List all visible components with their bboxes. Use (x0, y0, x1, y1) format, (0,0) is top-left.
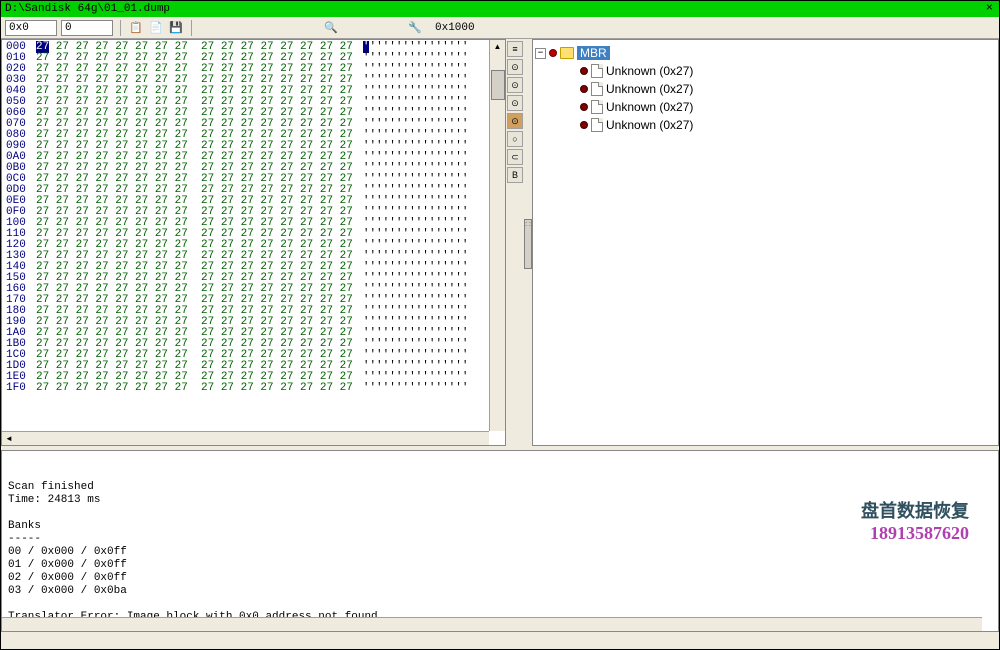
tree-child-label[interactable]: Unknown (0x27) (606, 100, 693, 114)
tree-child-row[interactable]: Unknown (0x27) (535, 98, 996, 116)
toolbar: 📋 📄 💾 🔍 🔧 0x1000 (1, 17, 999, 39)
tree-child-label[interactable]: Unknown (0x27) (606, 64, 693, 78)
watermark: 盘首数据恢复 18913587620 (861, 497, 969, 544)
window-title: D:\Sandisk 64g\01_01.dump (3, 3, 997, 15)
tree-child-row[interactable]: Unknown (0x27) (535, 62, 996, 80)
splitter-vertical[interactable]: · · · · (524, 39, 532, 446)
status-dot-icon (580, 121, 588, 129)
status-dot-icon (580, 67, 588, 75)
size-input[interactable] (61, 20, 113, 36)
hex-horizontal-scrollbar[interactable]: ◄ (2, 431, 489, 445)
log-horizontal-scrollbar[interactable] (2, 617, 982, 631)
status-dot-icon (549, 49, 557, 57)
hex-row[interactable]: 1F027 27 27 27 27 27 27 27 27 27 27 27 2… (6, 383, 501, 394)
watermark-text: 盘首数据恢复 (861, 497, 969, 523)
main-area: 00027 27 27 27 27 27 27 27 27 27 27 27 2… (1, 39, 999, 446)
file-icon (591, 82, 603, 96)
vtool-button-6[interactable]: ⊂ (507, 149, 523, 165)
tree-child-label[interactable]: Unknown (0x27) (606, 118, 693, 132)
file-icon (591, 118, 603, 132)
vtool-button-2[interactable]: ⊙ (507, 77, 523, 93)
address-label: 0x1000 (427, 22, 475, 34)
find-icon[interactable]: 🔍 (323, 20, 339, 36)
vtool-button-0[interactable]: ≡ (507, 41, 523, 57)
save-icon[interactable]: 💾 (168, 20, 184, 36)
tree-child-label[interactable]: Unknown (0x27) (606, 82, 693, 96)
vtool-button-4[interactable]: ⊙ (507, 113, 523, 129)
hex-vertical-scrollbar[interactable]: ▲ (489, 40, 505, 431)
hex-editor-panel[interactable]: 00027 27 27 27 27 27 27 27 27 27 27 27 2… (1, 39, 506, 446)
scroll-thumb[interactable] (491, 70, 505, 100)
collapse-icon[interactable]: − (535, 48, 546, 59)
hex-bytes[interactable]: 27 27 27 27 27 27 27 27 27 27 27 27 27 2… (36, 383, 353, 394)
wrench-icon[interactable]: 🔧 (407, 20, 423, 36)
status-dot-icon (580, 103, 588, 111)
folder-icon (560, 47, 574, 59)
vtool-button-3[interactable]: ⊙ (507, 95, 523, 111)
offset-input[interactable] (5, 20, 57, 36)
hex-offset: 1F0 (6, 383, 34, 394)
watermark-phone: 18913587620 (861, 523, 969, 544)
scroll-up-icon[interactable]: ▲ (490, 40, 505, 54)
tree-root-label[interactable]: MBR (577, 46, 610, 60)
file-icon (591, 100, 603, 114)
file-icon (591, 64, 603, 78)
vtool-button-7[interactable]: B (507, 167, 523, 183)
tree-child-row[interactable]: Unknown (0x27) (535, 80, 996, 98)
tree-child-row[interactable]: Unknown (0x27) (535, 116, 996, 134)
vertical-toolbar: ≡ ⊙ ⊙ ⊙ ⊙ ○ ⊂ B (506, 39, 524, 446)
copy-icon[interactable]: 📋 (128, 20, 144, 36)
drag-handle[interactable]: · · · · (524, 219, 532, 269)
title-bar: D:\Sandisk 64g\01_01.dump × (1, 1, 999, 17)
vtool-button-5[interactable]: ○ (507, 131, 523, 147)
vtool-button-1[interactable]: ⊙ (507, 59, 523, 75)
structure-tree-panel[interactable]: − MBR Unknown (0x27) Unknown (0x27) Unknow… (532, 39, 999, 446)
close-icon[interactable]: × (986, 1, 993, 15)
hex-ascii[interactable]: '''''''''''''''' (363, 383, 469, 394)
paste-icon[interactable]: 📄 (148, 20, 164, 36)
status-dot-icon (580, 85, 588, 93)
scroll-left-icon[interactable]: ◄ (2, 434, 16, 443)
tree-root-row[interactable]: − MBR (535, 44, 996, 62)
log-panel[interactable]: Scan finished Time: 24813 ms Banks -----… (1, 450, 999, 632)
